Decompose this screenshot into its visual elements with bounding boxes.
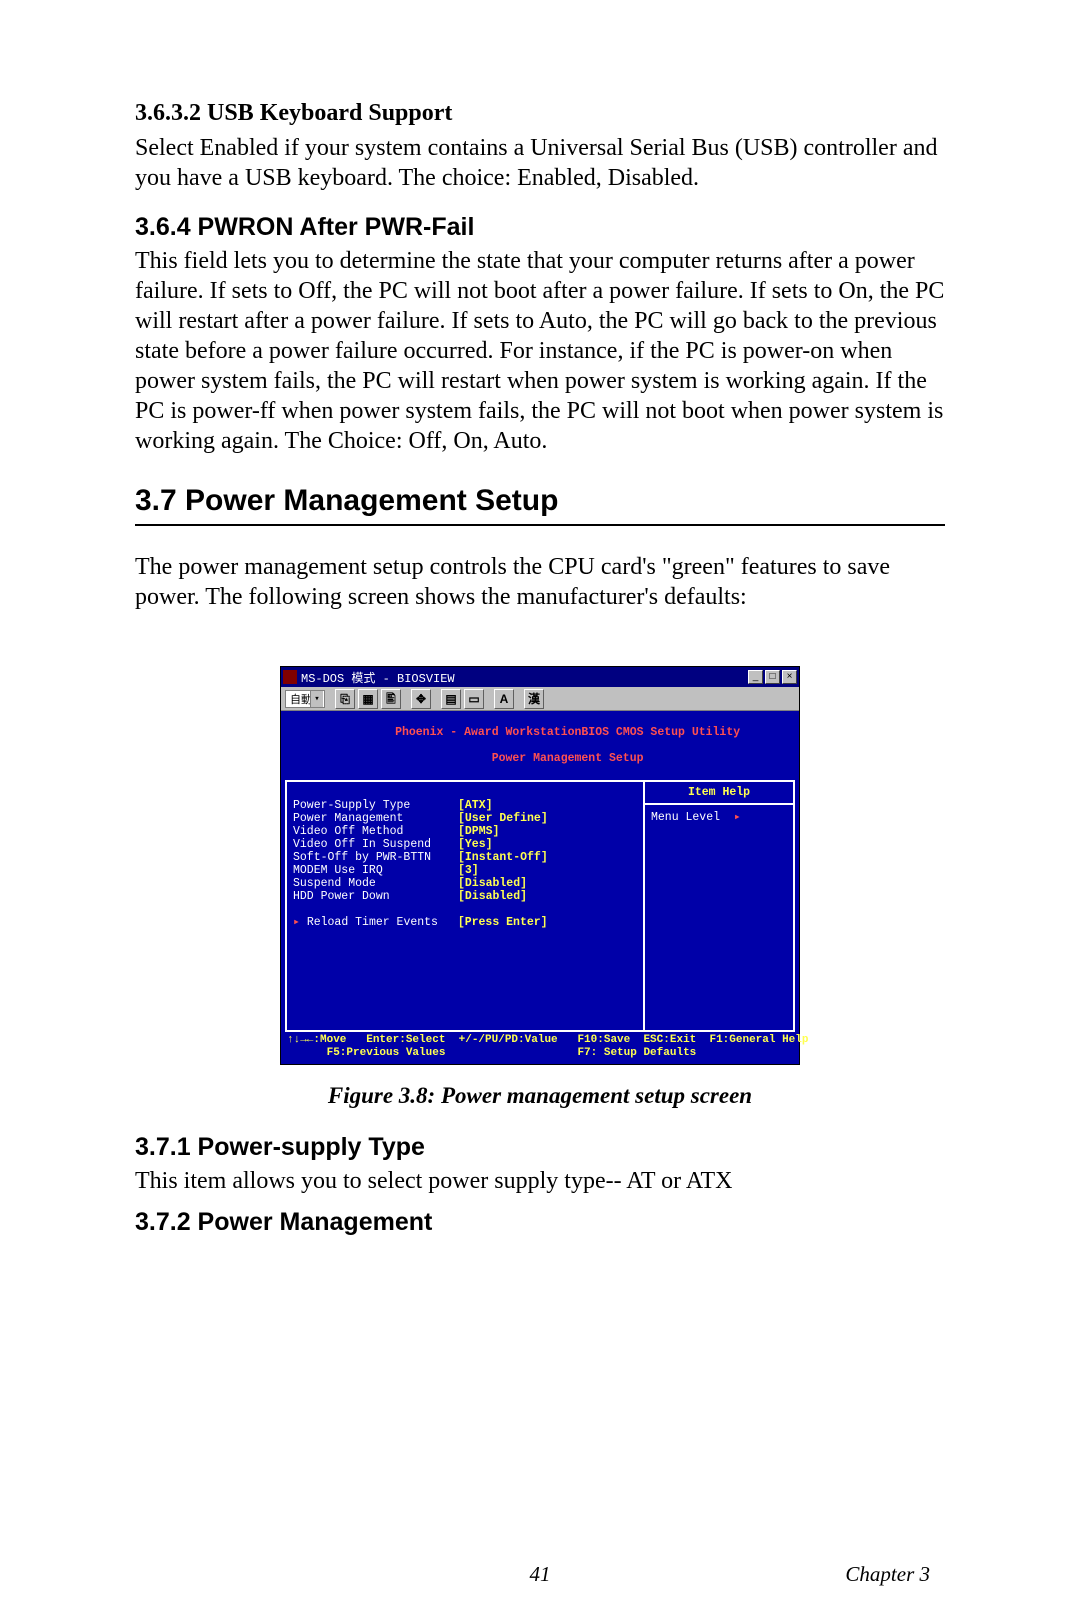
close-icon[interactable]: ×: [782, 670, 797, 684]
opt-value[interactable]: [User Define]: [458, 812, 548, 825]
toolbar-btn-2[interactable]: ▦: [358, 689, 378, 709]
heading-usb-keyboard: 3.6.3.2 USB Keyboard Support: [135, 100, 945, 127]
bios-toolbar: 自動 ⎘ ▦ 🖺 ✥ ▤ ▭ A 漢: [281, 687, 799, 711]
opt-label: Power-Supply Type: [293, 799, 458, 812]
body-pwron: This field lets you to determine the sta…: [135, 246, 945, 456]
opt-value[interactable]: [3]: [458, 864, 479, 877]
opt-value[interactable]: [ATX]: [458, 799, 493, 812]
maximize-icon[interactable]: □: [765, 670, 780, 684]
document-page: 3.6.3.2 USB Keyboard Support Select Enab…: [0, 0, 1080, 1301]
toolbar-btn-3[interactable]: 🖺: [381, 689, 401, 709]
heading-pwron: 3.6.4 PWRON After PWR-Fail: [135, 213, 945, 242]
bios-head-1: Phoenix - Award WorkstationBIOS CMOS Set…: [395, 726, 740, 739]
toolbar-btn-1[interactable]: ⎘: [335, 689, 355, 709]
toolbar-btn-ime[interactable]: 漢: [524, 689, 544, 709]
bios-titlebar: MS-DOS 模式 - BIOSVIEW _ □ ×: [281, 667, 799, 687]
bios-options-pane: Power-Supply Type[ATX] Power Management[…: [287, 782, 643, 1030]
minimize-icon[interactable]: _: [748, 670, 763, 684]
opt-label-reload: Reload Timer Events: [307, 916, 458, 929]
opt-label: MODEM Use IRQ: [293, 864, 458, 877]
menu-level-arrow-icon: ▸: [734, 811, 741, 824]
opt-label: HDD Power Down: [293, 890, 458, 903]
toolbar-btn-5[interactable]: ▤: [441, 689, 461, 709]
menu-level-label: Menu Level: [651, 811, 720, 824]
body-power-mgmt-setup: The power management setup controls the …: [135, 552, 945, 612]
opt-value-reload[interactable]: [Press Enter]: [458, 916, 548, 929]
toolbar-btn-6[interactable]: ▭: [464, 689, 484, 709]
bios-head-2: Power Management Setup: [492, 752, 644, 765]
bios-footer: ↑↓→←:Move Enter:Select +/-/PU/PD:Value F…: [285, 1032, 795, 1060]
bios-footer-line2: F5:Previous Values F7: Setup Defaults: [287, 1047, 696, 1059]
page-number: 41: [530, 1562, 551, 1587]
figure-caption: Figure 3.8: Power management setup scree…: [135, 1083, 945, 1109]
body-power-supply-type: This item allows you to select power sup…: [135, 1166, 945, 1196]
bios-window: MS-DOS 模式 - BIOSVIEW _ □ × 自動 ⎘ ▦ 🖺 ✥ ▤ …: [280, 666, 800, 1065]
opt-label: Soft-Off by PWR-BTTN: [293, 851, 458, 864]
bios-screen: Phoenix - Award WorkstationBIOS CMOS Set…: [281, 711, 799, 1064]
msdos-icon: [283, 670, 297, 684]
opt-label: Power Management: [293, 812, 458, 825]
bios-main-box: Power-Supply Type[ATX] Power Management[…: [285, 780, 795, 1032]
opt-value[interactable]: [DPMS]: [458, 825, 499, 838]
opt-value[interactable]: [Yes]: [458, 838, 493, 851]
bios-help-pane: Item Help Menu Level ▸: [643, 782, 793, 1030]
bios-footer-line1: ↑↓→←:Move Enter:Select +/-/PU/PD:Value F…: [287, 1034, 809, 1046]
opt-label: Suspend Mode: [293, 877, 458, 890]
opt-value[interactable]: [Disabled]: [458, 890, 527, 903]
chapter-label: Chapter 3: [845, 1562, 930, 1587]
opt-label: Video Off In Suspend: [293, 838, 458, 851]
heading-power-management: 3.7.2 Power Management: [135, 1208, 945, 1237]
toolbar-combo[interactable]: 自動: [285, 690, 325, 708]
opt-value[interactable]: [Disabled]: [458, 877, 527, 890]
submenu-arrow-icon: ▸: [293, 916, 307, 929]
toolbar-btn-4[interactable]: ✥: [411, 689, 431, 709]
opt-value[interactable]: [Instant-Off]: [458, 851, 548, 864]
opt-label: Video Off Method: [293, 825, 458, 838]
heading-power-mgmt-setup: 3.7 Power Management Setup: [135, 484, 945, 526]
toolbar-btn-font[interactable]: A: [494, 689, 514, 709]
item-help-heading: Item Help: [645, 782, 793, 805]
window-title: MS-DOS 模式 - BIOSVIEW: [301, 669, 455, 686]
heading-power-supply-type: 3.7.1 Power-supply Type: [135, 1133, 945, 1162]
body-usb-keyboard: Select Enabled if your system contains a…: [135, 133, 945, 193]
